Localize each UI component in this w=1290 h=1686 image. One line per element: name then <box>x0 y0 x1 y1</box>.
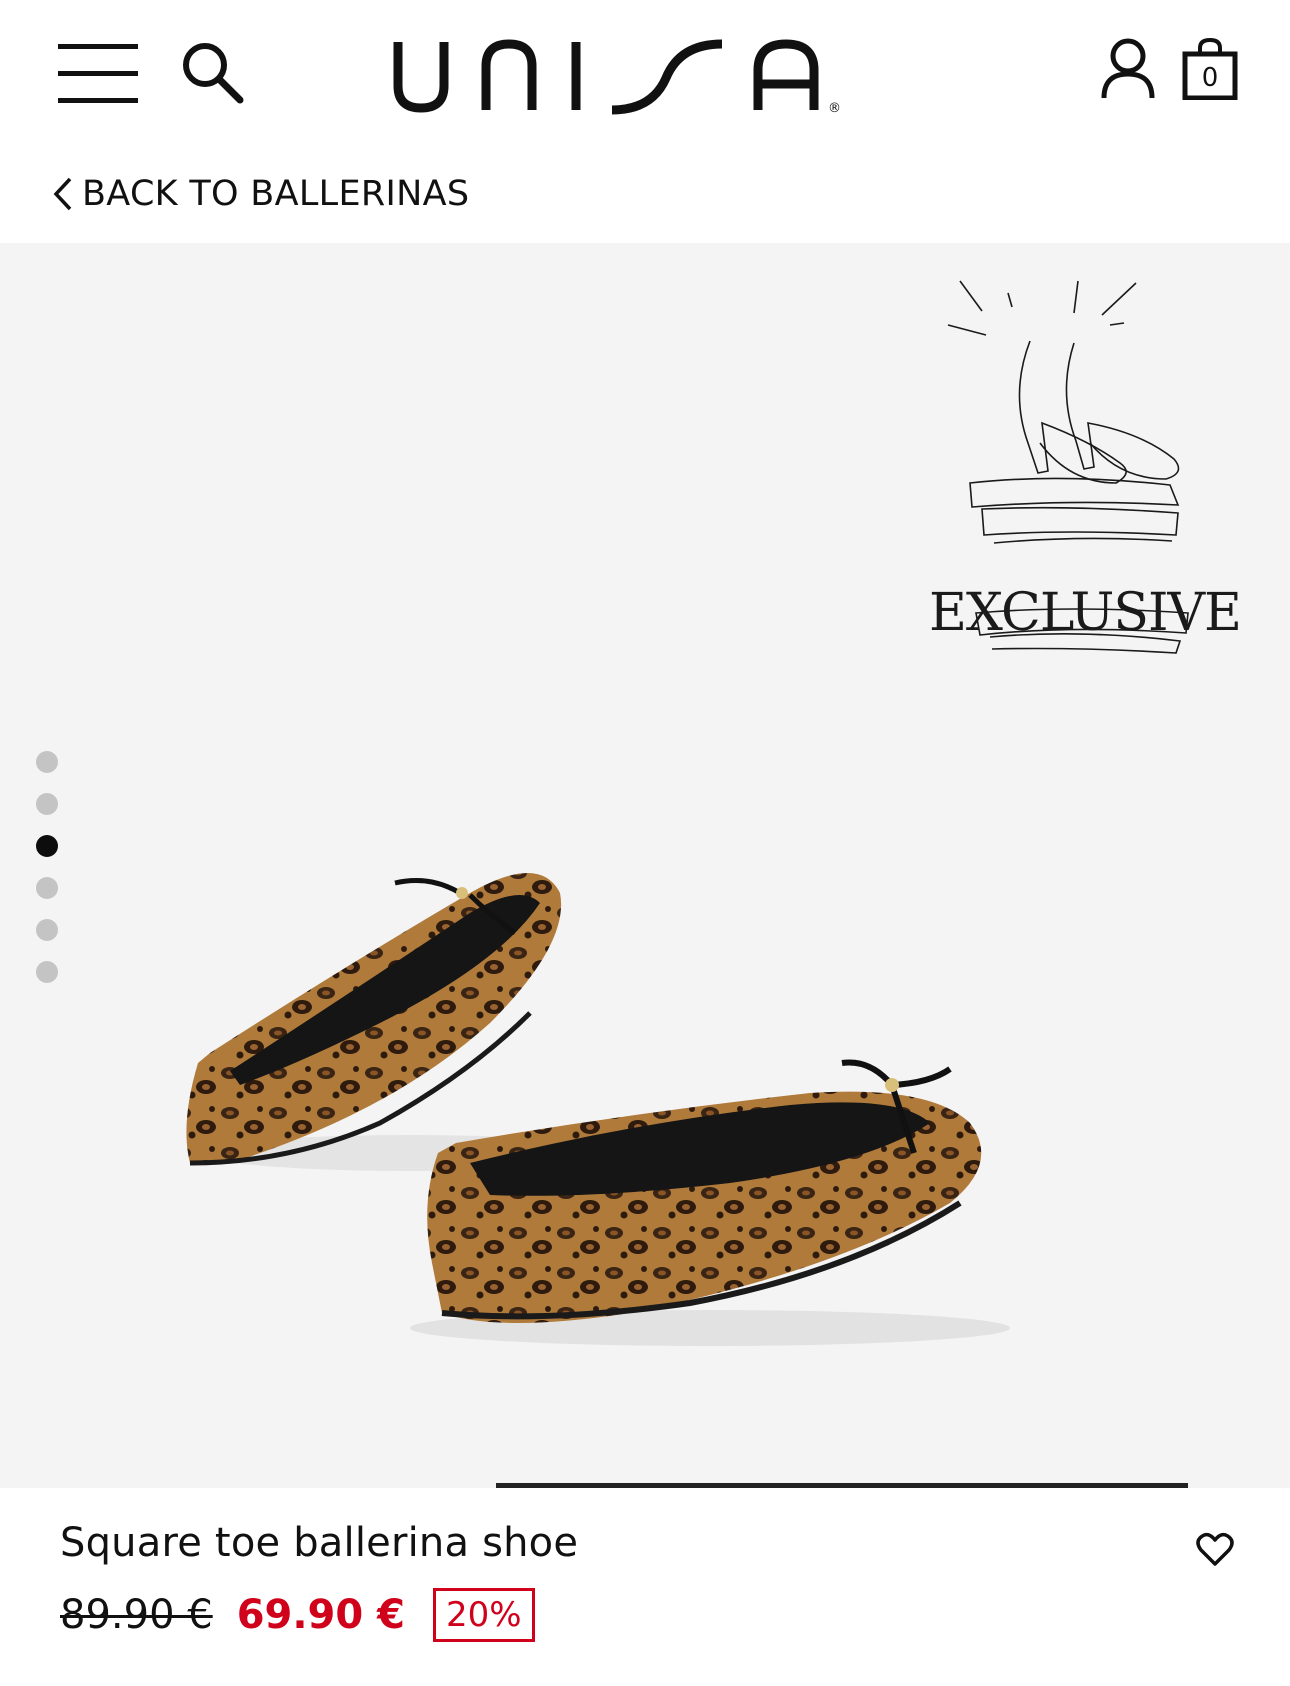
gallery-pagination <box>36 751 60 1003</box>
exclusive-badge: EXCLUSIVE <box>920 273 1250 663</box>
search-button[interactable] <box>178 38 248 108</box>
back-to-category-link[interactable]: BACK TO BALLERINAS <box>52 168 469 220</box>
gallery-dot[interactable] <box>36 751 58 773</box>
product-info: Square toe ballerina shoe 89.90 € 69.90 … <box>0 1488 1290 1686</box>
product-image[interactable] <box>170 823 1130 1383</box>
product-gallery[interactable]: EXCLUSIVE <box>0 243 1290 1488</box>
cart-button[interactable]: 0 <box>1182 38 1238 100</box>
menu-button[interactable] <box>58 42 144 106</box>
menu-icon <box>58 44 138 103</box>
original-price: 89.90 € <box>60 1592 213 1638</box>
gallery-dot[interactable] <box>36 877 58 899</box>
gallery-dot[interactable] <box>36 961 58 983</box>
exclusive-label: EXCLUSIVE <box>928 583 1242 643</box>
gallery-dot[interactable] <box>36 919 58 941</box>
svg-text:®: ® <box>828 101 841 116</box>
sale-price: 69.90 € <box>236 1592 405 1638</box>
account-button[interactable] <box>1100 36 1156 102</box>
search-icon <box>183 43 244 104</box>
discount-badge: 20% <box>432 1588 535 1642</box>
chevron-left-icon <box>53 177 72 211</box>
cart-count: 0 <box>1201 63 1219 93</box>
heart-icon <box>1196 1532 1234 1566</box>
brand-logo[interactable]: ® <box>390 34 910 124</box>
wishlist-button[interactable] <box>1196 1532 1234 1568</box>
product-title: Square toe ballerina shoe <box>60 1520 579 1566</box>
price-row: 89.90 € 69.90 € 20% <box>60 1588 535 1642</box>
gallery-dot-active[interactable] <box>36 835 58 857</box>
account-icon <box>1101 38 1155 99</box>
back-link-label: BACK TO BALLERINAS <box>82 174 470 214</box>
site-header: ® 0 <box>0 0 1290 155</box>
gallery-dot[interactable] <box>36 793 58 815</box>
